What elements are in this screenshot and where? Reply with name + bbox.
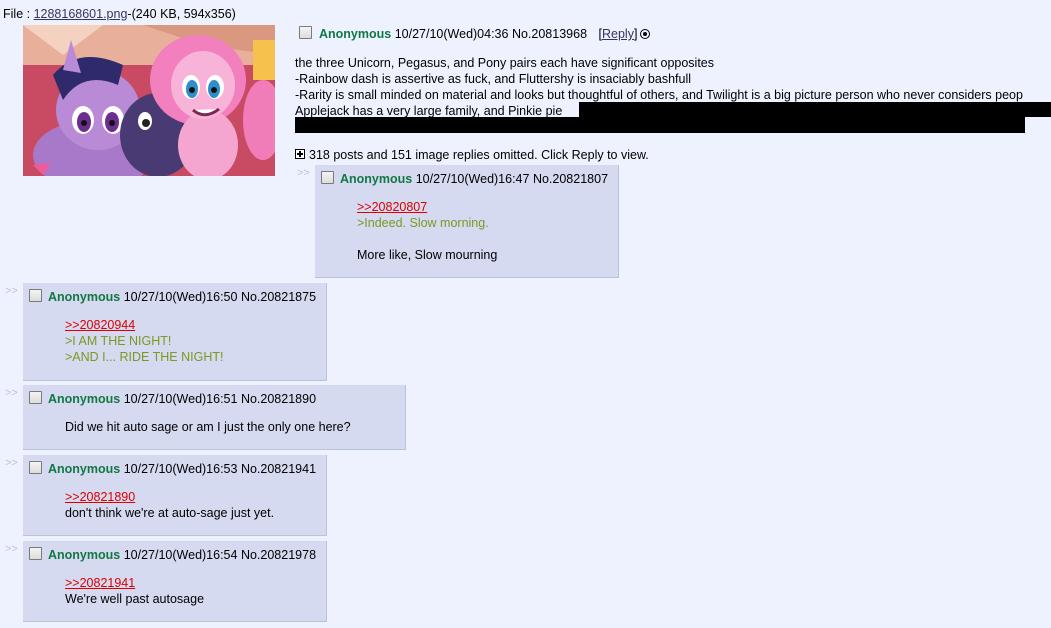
file-link[interactable]: 1288168601.png — [34, 7, 128, 21]
redaction-bar — [579, 102, 1051, 117]
reply-doubledash: >> — [5, 543, 18, 555]
reply-checkbox[interactable] — [29, 289, 42, 302]
reply-doubledash: >> — [5, 457, 18, 469]
reply-checkbox[interactable] — [29, 461, 42, 474]
reply-datetime: 10/27/10(Wed)16:50 — [123, 290, 238, 304]
greentext-line: >AND I... RIDE THE NIGHT! — [65, 350, 224, 364]
op-postinfo: Anonymous 10/27/10(Wed)04:36 No.20813968… — [299, 26, 651, 41]
report-icon[interactable] — [640, 29, 651, 39]
reply-text: Did we hit auto sage or am I just the on… — [65, 420, 351, 434]
op-datetime: 10/27/10(Wed)04:36 — [394, 27, 509, 41]
reply-datetime: 10/27/10(Wed)16:54 — [123, 548, 238, 562]
reply-number[interactable]: No.20821941 — [241, 462, 316, 476]
op-line: -Rainbow dash is assertive as fuck, and … — [295, 72, 692, 86]
plus-box-icon[interactable] — [295, 149, 305, 159]
reply-post: Anonymous 10/27/10(Wed)16:47 No.20821807… — [315, 165, 619, 278]
reply-name: Anonymous — [340, 172, 413, 186]
greentext-line: >I AM THE NIGHT! — [65, 334, 172, 348]
reply-number[interactable]: No.20821807 — [533, 172, 608, 186]
quote-link[interactable]: >>20820944 — [65, 318, 135, 332]
op-line: the three Unicorn, Pegasus, and Pony pai… — [295, 56, 715, 70]
reply-text: We're well past autosage — [65, 592, 205, 606]
reply-checkbox[interactable] — [29, 391, 42, 404]
reply-number[interactable]: No.20821978 — [241, 548, 316, 562]
reply-number[interactable]: No.20821890 — [241, 392, 316, 406]
redaction-bar — [295, 117, 1025, 133]
reply-postinfo: Anonymous 10/27/10(Wed)16:51 No.20821890 — [29, 391, 316, 406]
reply-postinfo: Anonymous 10/27/10(Wed)16:47 No.20821807 — [321, 171, 608, 186]
op-checkbox[interactable] — [299, 26, 312, 39]
reply-checkbox[interactable] — [321, 171, 334, 184]
reply-datetime: 10/27/10(Wed)16:51 — [123, 392, 238, 406]
reply-doubledash: >> — [5, 387, 18, 399]
op-reply-link[interactable]: Reply — [602, 27, 634, 41]
reply-postinfo: Anonymous 10/27/10(Wed)16:53 No.20821941 — [29, 461, 316, 476]
reply-number[interactable]: No.20821875 — [241, 290, 316, 304]
reply-postinfo: Anonymous 10/27/10(Wed)16:50 No.20821875 — [29, 289, 316, 304]
greentext-line: >Indeed. Slow morning. — [357, 216, 489, 230]
op-name: Anonymous — [319, 27, 392, 41]
reply-post: Anonymous 10/27/10(Wed)16:51 No.20821890… — [23, 385, 406, 450]
op-thumbnail[interactable] — [23, 25, 275, 176]
reply-checkbox[interactable] — [29, 547, 42, 560]
reply-doubledash: >> — [5, 285, 18, 297]
file-prefix: File : — [3, 7, 34, 21]
op-number[interactable]: No.20813968 — [512, 27, 587, 41]
reply-text: More like, Slow mourning — [357, 248, 498, 262]
reply-text: don't think we're at auto-sage just yet. — [65, 506, 275, 520]
reply-postinfo: Anonymous 10/27/10(Wed)16:54 No.20821978 — [29, 547, 316, 562]
reply-post: Anonymous 10/27/10(Wed)16:53 No.20821941… — [23, 455, 327, 536]
op-thumbnail-image — [23, 25, 275, 176]
omitted-text: 318 posts and 151 image replies omitted.… — [309, 148, 649, 162]
reply-name: Anonymous — [48, 392, 121, 406]
reply-datetime: 10/27/10(Wed)16:53 — [123, 462, 238, 476]
omitted-notice: 318 posts and 151 image replies omitted.… — [295, 148, 649, 162]
reply-post: Anonymous 10/27/10(Wed)16:50 No.20821875… — [23, 283, 327, 381]
op-reply-close: ] — [633, 27, 638, 41]
file-meta: -(240 KB, 594x356) — [127, 7, 236, 21]
quote-link[interactable]: >>20820807 — [357, 200, 427, 214]
file-info: File : 1288168601.png-(240 KB, 594x356) — [3, 7, 236, 21]
quote-link[interactable]: >>20821941 — [65, 576, 135, 590]
reply-name: Anonymous — [48, 290, 121, 304]
reply-post: Anonymous 10/27/10(Wed)16:54 No.20821978… — [23, 541, 327, 622]
reply-name: Anonymous — [48, 548, 121, 562]
reply-name: Anonymous — [48, 462, 121, 476]
op-line: -Rarity is small minded on material and … — [295, 88, 1023, 102]
reply-doubledash: >> — [297, 167, 310, 179]
quote-link[interactable]: >>20821890 — [65, 490, 135, 504]
reply-datetime: 10/27/10(Wed)16:47 — [415, 172, 530, 186]
